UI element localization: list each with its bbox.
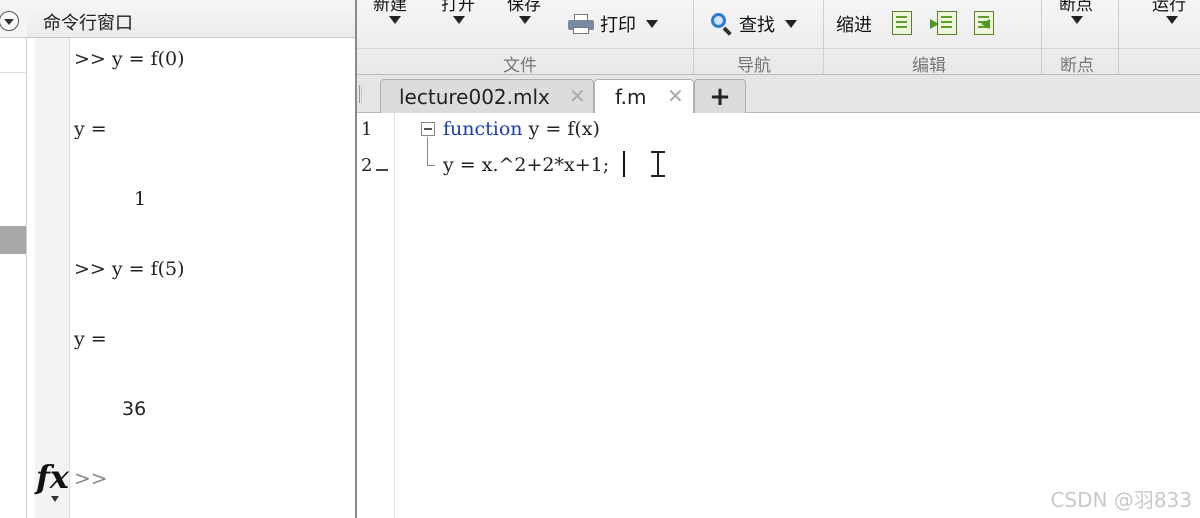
- chevron-down-icon: [785, 20, 797, 28]
- add-icon: +: [709, 81, 731, 112]
- command-line: >> y = f(0): [74, 48, 185, 70]
- find-button[interactable]: 查找: [711, 8, 797, 40]
- code-text: y = x.^2+2*x+1;: [443, 154, 610, 176]
- save-dropdown-icon[interactable]: [519, 16, 531, 24]
- panel-menu-icon[interactable]: [0, 11, 19, 31]
- indent-label: 缩进: [836, 15, 872, 36]
- tab-lecture002[interactable]: lecture002.mlx ✕: [380, 79, 594, 113]
- section-navigate: 导航: [737, 56, 771, 76]
- save-button-label[interactable]: 保存: [507, 0, 541, 15]
- smart-indent-icon[interactable]: [892, 11, 912, 35]
- left-panel-strip: [0, 0, 27, 518]
- code-line-2[interactable]: y = x.^2+2*x+1;: [443, 154, 609, 176]
- code-keyword: function: [443, 118, 523, 140]
- tab-label: lecture002.mlx: [399, 84, 550, 109]
- new-tab-button[interactable]: +: [694, 79, 746, 113]
- editor-tab-bar: lecture002.mlx ✕ f.m ✕ +: [357, 75, 1200, 114]
- new-dropdown-icon[interactable]: [389, 16, 401, 24]
- printer-icon: [568, 14, 594, 34]
- section-edit: 编辑: [912, 56, 946, 76]
- fold-guide: [427, 137, 428, 165]
- tab-f-m[interactable]: f.m ✕: [594, 79, 694, 114]
- tab-bar-grip[interactable]: [359, 85, 362, 103]
- editor-toolstrip: 新建 打开 保存 打印 查找 缩进 断点 运行 文件 导航 编辑 断点: [357, 0, 1200, 76]
- function-browser-icon[interactable]: fx: [36, 458, 69, 496]
- close-icon[interactable]: ✕: [667, 84, 684, 108]
- run-button-label[interactable]: 运行: [1152, 0, 1186, 15]
- chevron-down-icon: [646, 20, 658, 28]
- output-line: y =: [74, 118, 107, 140]
- indent-label-group: 缩进: [836, 8, 872, 40]
- command-line: >> y = f(5): [74, 258, 185, 280]
- breakpoint-marker[interactable]: [376, 169, 388, 171]
- fold-guide-end: [427, 165, 435, 166]
- watermark: CSDN @羽833: [1050, 488, 1192, 512]
- increase-indent-icon[interactable]: [930, 11, 957, 35]
- tab-label: f.m: [615, 85, 647, 109]
- open-button-label[interactable]: 打开: [441, 0, 475, 15]
- section-breakpoints: 断点: [1060, 56, 1094, 76]
- print-label: 打印: [600, 15, 636, 36]
- ibeam-cursor-icon: [651, 151, 665, 177]
- close-icon[interactable]: ✕: [569, 84, 586, 108]
- code-text: y = f(x): [522, 118, 600, 140]
- find-label: 查找: [739, 15, 775, 36]
- decrease-indent-icon[interactable]: [974, 11, 994, 35]
- command-window[interactable]: 命令行窗口 >> y = f(0) y = 1 >> y = f(5) y = …: [27, 0, 355, 518]
- new-button-label[interactable]: 新建: [373, 0, 407, 15]
- fold-toggle-icon[interactable]: [421, 122, 435, 136]
- breakpoints-button-label[interactable]: 断点: [1059, 0, 1093, 15]
- command-window-gutter: [35, 38, 70, 518]
- print-button[interactable]: 打印: [568, 8, 658, 40]
- command-prompt[interactable]: >>: [74, 466, 108, 490]
- section-file: 文件: [503, 56, 537, 76]
- divider: [0, 72, 27, 73]
- output-value: 36: [122, 398, 147, 420]
- search-icon: [711, 13, 733, 36]
- run-dropdown-icon[interactable]: [1166, 16, 1178, 24]
- line-number: 2: [361, 155, 373, 176]
- breakpoints-dropdown-icon[interactable]: [1071, 16, 1083, 24]
- scrollbar-thumb[interactable]: [0, 226, 26, 254]
- open-dropdown-icon[interactable]: [453, 16, 465, 24]
- command-window-title: 命令行窗口: [43, 13, 133, 34]
- code-editor[interactable]: 1 2 function y = f(x) y = x.^2+2*x+1;: [357, 113, 1200, 518]
- text-cursor: [623, 151, 625, 177]
- output-line: y =: [74, 328, 107, 350]
- chevron-down-icon[interactable]: [51, 496, 59, 502]
- code-line-1[interactable]: function y = f(x): [443, 118, 600, 140]
- line-number: 1: [361, 119, 373, 140]
- command-window-header: 命令行窗口: [27, 0, 355, 38]
- output-value: 1: [134, 188, 147, 210]
